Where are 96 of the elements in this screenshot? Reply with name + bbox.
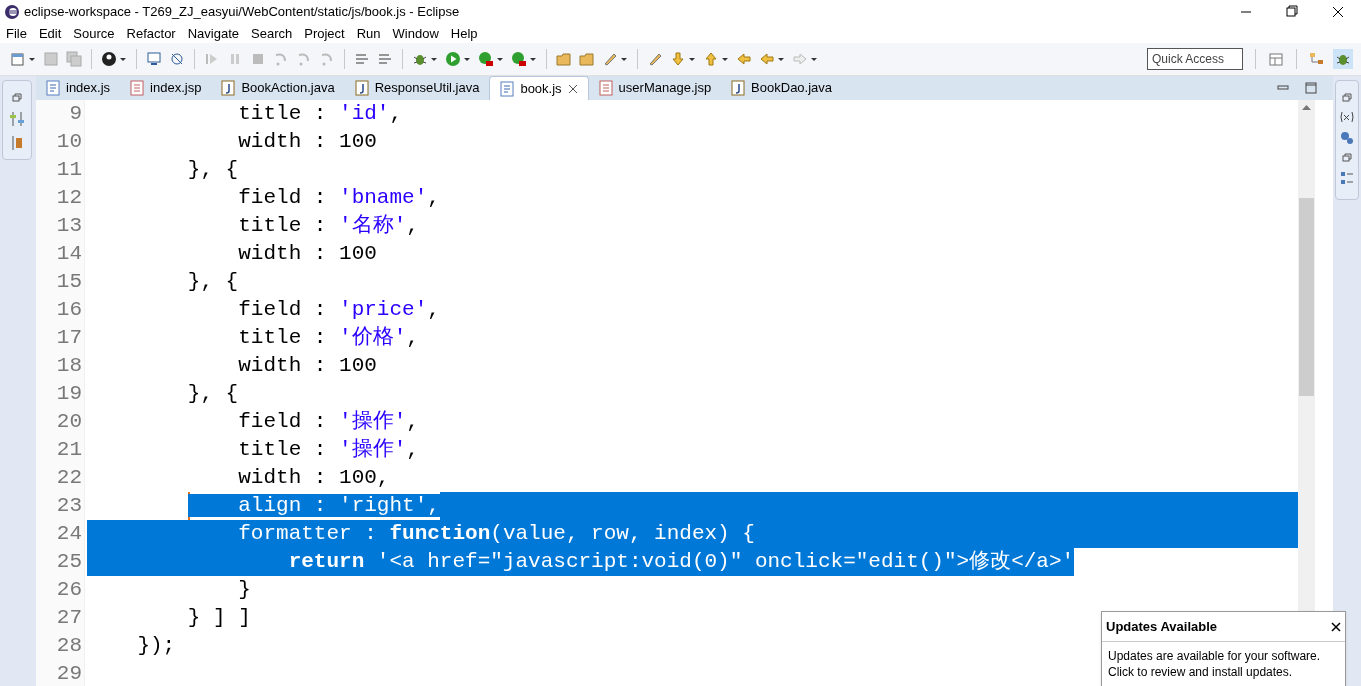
menu-item[interactable]: Edit bbox=[32, 23, 68, 44]
arrow-left-icon[interactable] bbox=[736, 51, 752, 67]
menu-item[interactable]: Window bbox=[386, 23, 445, 44]
editor-tab[interactable]: index.js bbox=[36, 76, 121, 100]
outline-icon[interactable] bbox=[1340, 171, 1354, 185]
code-line: }); bbox=[136, 633, 176, 659]
code-line: field : 'bname', bbox=[237, 185, 440, 211]
code-line: width : 100 bbox=[237, 129, 377, 155]
javascript-file-icon bbox=[500, 80, 515, 97]
line-number: 21 bbox=[56, 437, 83, 463]
restore-icon[interactable] bbox=[1342, 93, 1352, 103]
close-icon[interactable] bbox=[567, 83, 578, 94]
breakpoints-icon[interactable] bbox=[1340, 131, 1354, 145]
line-number: 20 bbox=[56, 409, 83, 435]
code-line: title : 'id', bbox=[237, 101, 403, 127]
code-line: title : '价格', bbox=[237, 325, 419, 351]
line-number: 17 bbox=[56, 325, 83, 351]
code-line: } ] ] bbox=[186, 605, 251, 631]
line-number: 15 bbox=[56, 269, 83, 295]
line-number: 24 bbox=[56, 521, 83, 547]
restore-icon[interactable] bbox=[12, 93, 22, 103]
editor-tab[interactable]: book.js bbox=[489, 76, 589, 100]
editor-tab[interactable]: ResponseUtil.java bbox=[344, 76, 490, 100]
run-server-icon[interactable] bbox=[478, 51, 494, 67]
code-line: title : '名称', bbox=[237, 213, 419, 239]
person-icon[interactable] bbox=[101, 51, 117, 67]
restore-icon[interactable] bbox=[1342, 153, 1352, 163]
menu-item[interactable]: Help bbox=[444, 23, 484, 44]
code-line: }, { bbox=[186, 269, 239, 295]
line-number: 23 bbox=[56, 493, 83, 519]
java-file-icon bbox=[354, 80, 369, 96]
scrollbar-thumb[interactable] bbox=[1299, 198, 1314, 396]
line-number: 28 bbox=[56, 633, 83, 659]
line-number: 11 bbox=[56, 157, 83, 183]
editor-tab[interactable]: userManage.jsp bbox=[588, 76, 722, 100]
run-server-icon[interactable] bbox=[511, 51, 527, 67]
lines-icon[interactable] bbox=[354, 51, 370, 67]
pen-icon[interactable] bbox=[602, 51, 618, 67]
java-file-icon bbox=[731, 80, 746, 96]
menu-item[interactable]: Source bbox=[67, 23, 121, 44]
line-number: 27 bbox=[56, 605, 83, 631]
line-number: 29 bbox=[56, 661, 83, 686]
javascript-file-icon bbox=[46, 80, 60, 96]
code-line: } bbox=[237, 577, 251, 603]
line-number: 19 bbox=[56, 381, 83, 407]
line-number: 26 bbox=[56, 577, 83, 603]
hierarchy-icon[interactable] bbox=[1309, 51, 1325, 67]
editor-tab[interactable]: BookDao.java bbox=[721, 76, 843, 100]
line-number: 22 bbox=[56, 465, 83, 491]
variables-icon[interactable] bbox=[1339, 111, 1355, 123]
code-line: }, { bbox=[186, 381, 239, 407]
code-line: width : 100 bbox=[237, 353, 377, 379]
hierarchy-icon[interactable] bbox=[10, 135, 24, 151]
line-number: 13 bbox=[56, 213, 83, 239]
folder-icon[interactable] bbox=[556, 51, 572, 67]
editor-tab[interactable]: index.jsp bbox=[120, 76, 212, 100]
code-line: width : 100, bbox=[237, 465, 390, 491]
pen-icon[interactable] bbox=[647, 51, 663, 67]
code-line: width : 100 bbox=[237, 241, 377, 267]
line-number: 12 bbox=[56, 185, 83, 211]
sliders-icon[interactable] bbox=[9, 111, 25, 127]
folder-icon[interactable] bbox=[579, 51, 595, 67]
menu-item[interactable]: Navigate bbox=[181, 23, 245, 44]
code-line: field : 'price', bbox=[237, 297, 440, 323]
save-all-icon[interactable] bbox=[66, 51, 82, 67]
perspective-icon[interactable] bbox=[1268, 51, 1284, 67]
line-number: 9 bbox=[69, 101, 83, 127]
menu-item[interactable]: Run bbox=[350, 23, 387, 44]
editor-tab[interactable]: BookAction.java bbox=[211, 76, 345, 100]
notification-message: Updates are available for your software. bbox=[1108, 648, 1322, 664]
monitor-icon[interactable] bbox=[146, 51, 162, 67]
notification-hint[interactable]: Click to review and install updates. bbox=[1108, 664, 1339, 680]
line-number: 25 bbox=[56, 549, 83, 575]
eclipse-logo-icon bbox=[4, 4, 20, 20]
window-title: eclipse-workspace - T269_ZJ_easyui/WebContent/static/js/book.js - Eclipse bbox=[24, 3, 460, 22]
menu-item[interactable]: Project bbox=[298, 23, 351, 44]
scroll-up-icon[interactable] bbox=[1302, 104, 1311, 110]
maximize-icon[interactable] bbox=[1305, 82, 1317, 94]
jsp-file-icon bbox=[130, 80, 145, 96]
line-number: 18 bbox=[56, 353, 83, 379]
quick-access-field[interactable]: Quick Access bbox=[1147, 48, 1243, 70]
menu-item[interactable]: File bbox=[0, 23, 33, 44]
skip-breakpoints-icon[interactable] bbox=[169, 51, 185, 67]
close-icon[interactable] bbox=[1331, 621, 1341, 632]
code-line: title : '操作', bbox=[237, 437, 419, 463]
java-file-icon bbox=[221, 80, 236, 96]
code-line: }, { bbox=[186, 157, 239, 183]
line-number: 14 bbox=[56, 241, 83, 267]
menu-item[interactable]: Search bbox=[245, 23, 299, 44]
line-number: 10 bbox=[56, 129, 83, 155]
code-line: field : '操作', bbox=[237, 409, 419, 435]
menu-item[interactable]: Refactor bbox=[120, 23, 182, 44]
lines-icon[interactable] bbox=[377, 51, 393, 67]
line-number: 16 bbox=[56, 297, 83, 323]
notification-title: Updates Available bbox=[1106, 617, 1218, 636]
jsp-file-icon bbox=[598, 80, 613, 96]
